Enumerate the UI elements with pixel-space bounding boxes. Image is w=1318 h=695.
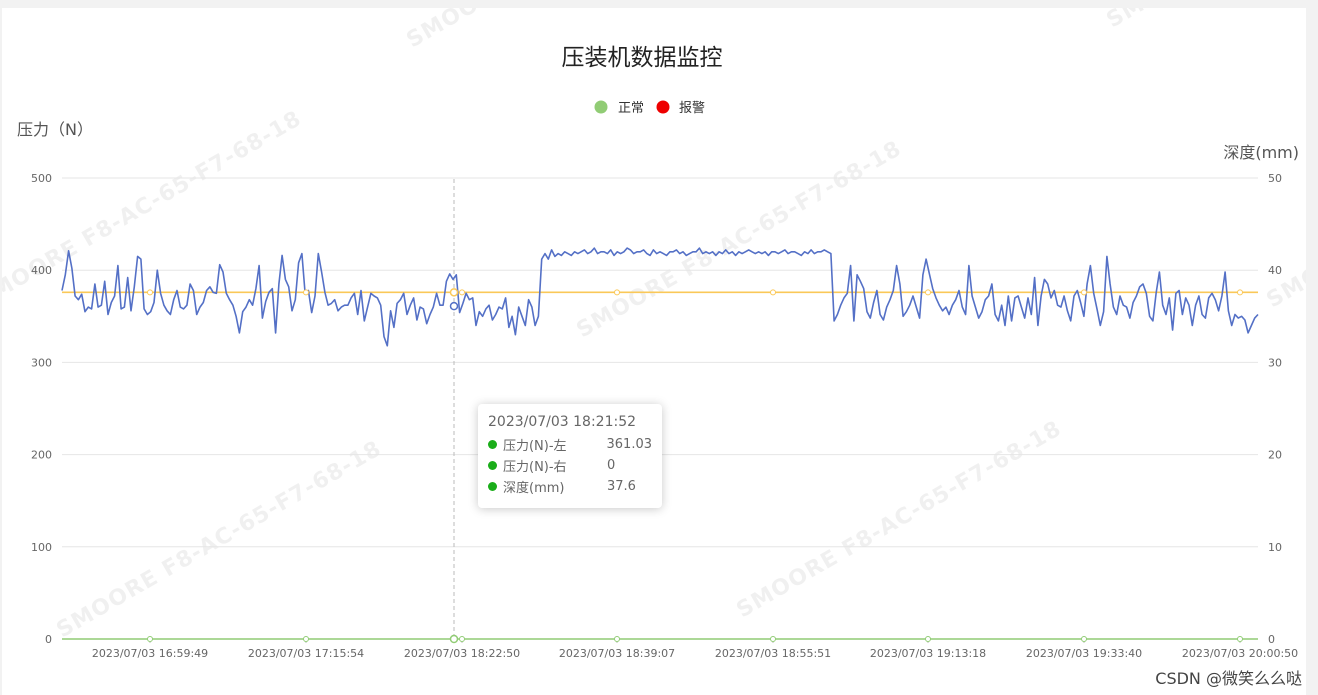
tooltip: 2023/07/03 18:21:52 压力(N)-左 361.03 压力(N)… — [478, 404, 662, 508]
right-tick-label: 10 — [1268, 541, 1282, 554]
series-point-pressure-right — [925, 636, 931, 642]
tooltip-series-name: 深度(mm) — [503, 481, 565, 496]
series-point-pressure-right — [147, 636, 153, 642]
pressure-depth-chart: SMOORE F8-AC-65-F7-68-18 SMOORE F8-AC-65-… — [2, 8, 1306, 660]
x-tick-label: 2023/07/03 20:00:50 — [1182, 647, 1298, 660]
tooltip-row: 深度(mm) 37.6 — [488, 476, 652, 497]
tooltip-series-name: 压力(N)-右 — [503, 460, 567, 475]
series-point-depth — [303, 289, 309, 296]
tooltip-series-value: 361.03 — [606, 437, 653, 452]
series-point-depth — [770, 289, 776, 296]
x-tick-label: 2023/07/03 18:55:51 — [715, 647, 831, 660]
x-tick-label: 2023/07/03 19:13:18 — [870, 647, 986, 660]
tooltip-dot — [488, 440, 497, 449]
left-tick-label: 0 — [45, 633, 52, 646]
source-credit: CSDN @微笑么么哒 — [1155, 669, 1302, 688]
left-axis-ticks: 0 100 200 300 400 500 — [31, 172, 52, 646]
right-axis-ticks: 0 10 20 30 40 50 — [1268, 172, 1282, 646]
x-tick-label: 2023/07/03 18:22:50 — [404, 647, 520, 660]
series-point-depth — [459, 289, 465, 296]
x-tick-label: 2023/07/03 16:59:49 — [92, 647, 208, 660]
left-axis-name: 压力（N） — [17, 120, 93, 139]
series-point-pressure-right-highlight — [449, 634, 459, 644]
x-axis-ticks: 2023/07/03 16:59:49 2023/07/03 17:15:54 20… — [92, 639, 1298, 660]
series-point-depth — [925, 289, 931, 296]
tooltip-series-value: 0 — [607, 458, 616, 473]
right-tick-label: 30 — [1268, 356, 1282, 369]
tooltip-row: 压力(N)-右 0 — [488, 455, 652, 476]
tooltip-series-name: 压力(N)-左 — [502, 439, 567, 454]
watermark-text: SMOORE F8-AC-65-F7-68-18 — [573, 136, 906, 343]
left-tick-label: 500 — [31, 172, 52, 185]
watermark-layer: SMOORE F8-AC-65-F7-68-18 SMOORE F8-AC-65-… — [2, 8, 1306, 643]
tooltip-time: 2023/07/03 18:21:52 — [488, 414, 637, 430]
left-tick-label: 100 — [31, 541, 52, 554]
series-point-pressure-right — [770, 636, 776, 642]
tooltip-row: 压力(N)-左 361.03 — [488, 434, 652, 455]
tooltip-dot — [488, 461, 497, 470]
legend-normal-marker — [594, 100, 608, 114]
right-tick-label: 20 — [1268, 449, 1282, 462]
right-tick-label: 0 — [1268, 633, 1275, 646]
series-point-pressure-left-highlight — [449, 301, 459, 311]
series-point-pressure-right — [303, 636, 309, 642]
right-axis-name: 深度(mm) — [1223, 143, 1299, 162]
legend-normal-label[interactable]: 正常 — [618, 101, 644, 116]
right-tick-label: 50 — [1268, 172, 1282, 185]
left-tick-label: 300 — [31, 356, 52, 369]
chart-title: 压装机数据监控 — [562, 45, 723, 71]
tooltip-dot — [488, 482, 497, 491]
series-point-pressure-right — [1081, 636, 1087, 642]
legend-alarm-label[interactable]: 报警 — [679, 100, 705, 116]
left-tick-label: 200 — [31, 449, 52, 462]
watermark-text: SMOORE F8-AC-65-F7-68-18 — [1103, 8, 1307, 33]
x-tick-label: 2023/07/03 17:15:54 — [248, 647, 364, 660]
tooltip-series-value: 37.6 — [607, 479, 636, 494]
series-point-pressure-right — [459, 636, 465, 642]
series-point-pressure-right — [1237, 636, 1243, 642]
watermark-text: SMOORE F8-AC-65-F7-68-18 — [733, 416, 1066, 623]
right-tick-label: 40 — [1268, 264, 1282, 277]
legend[interactable]: 正常 报警 — [594, 100, 706, 116]
series-point-pressure-right — [614, 636, 620, 642]
chart-card: SMOORE F8-AC-65-F7-68-18 SMOORE F8-AC-65-… — [2, 8, 1306, 695]
watermark-text: SMOORE F8-AC-65-F7-68-18 — [53, 436, 386, 643]
series-point-depth — [1237, 289, 1243, 296]
series-point-depth-highlight — [449, 288, 459, 297]
watermark-text: SMOORE F8-AC-65-F7-68-18 — [1263, 106, 1307, 313]
legend-alarm-marker — [656, 100, 670, 114]
left-tick-label: 400 — [31, 264, 52, 277]
series-point-depth — [1081, 289, 1087, 296]
series-point-depth — [614, 289, 620, 296]
x-tick-label: 2023/07/03 18:39:07 — [559, 647, 675, 660]
x-tick-label: 2023/07/03 19:33:40 — [1026, 647, 1142, 660]
series-point-depth — [147, 289, 153, 296]
